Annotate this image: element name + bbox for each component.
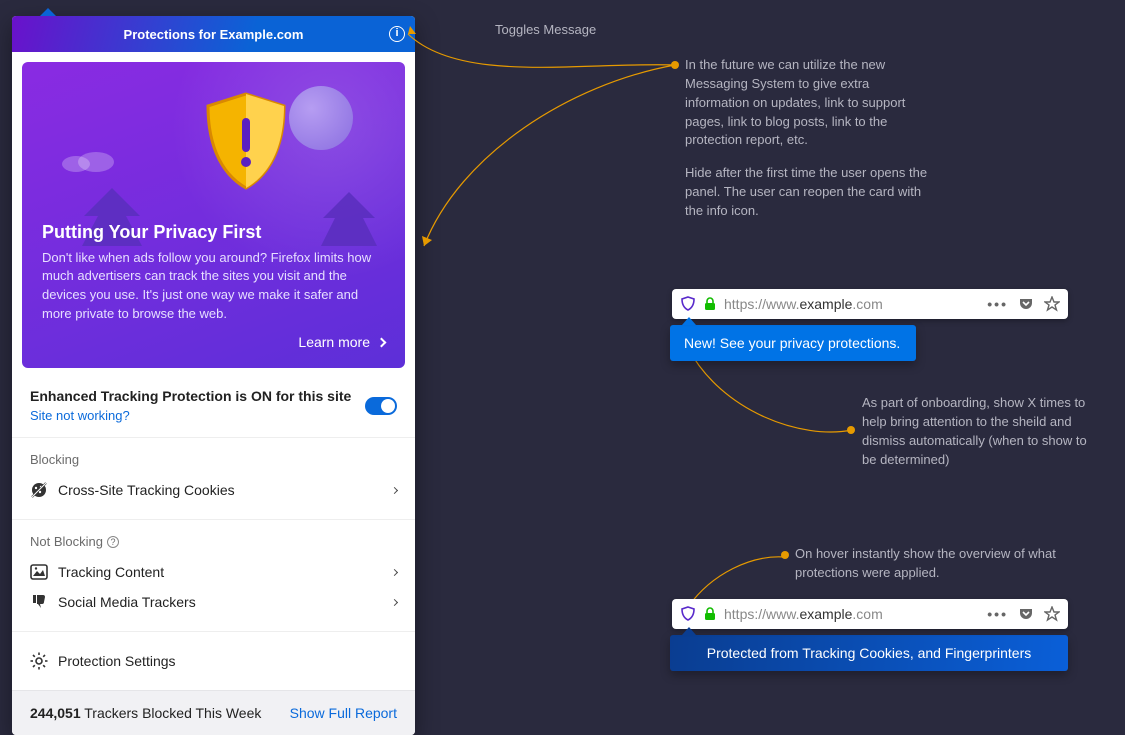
chevron-right-icon (377, 337, 387, 347)
site-not-working-link[interactable]: Site not working? (30, 408, 351, 423)
shield-icon[interactable] (680, 606, 696, 622)
shield-icon[interactable] (680, 296, 696, 312)
annotation-dot (671, 61, 679, 69)
etp-status-label: Enhanced Tracking Protection is ON for t… (30, 388, 351, 404)
etp-toggle[interactable] (365, 397, 397, 415)
annotation-text: Hide after the first time the user opens… (685, 164, 929, 221)
help-icon[interactable]: ? (107, 536, 119, 548)
url-domain: example (799, 606, 852, 622)
settings-label: Protection Settings (58, 653, 176, 669)
star-icon[interactable] (1044, 296, 1060, 312)
show-full-report-link[interactable]: Show Full Report (290, 705, 397, 721)
lock-icon (704, 607, 716, 621)
annotation-onboarding: As part of onboarding, show X times to h… (862, 394, 1098, 469)
learn-more-link[interactable]: Learn more (42, 334, 385, 350)
urlbar-preview-new: https://www.example.com ••• New! See you… (672, 289, 1068, 361)
callout-pointer (682, 317, 696, 325)
list-item-label: Social Media Trackers (58, 594, 196, 610)
callout-pointer (682, 627, 696, 635)
thumbs-down-icon (30, 593, 48, 611)
blocking-heading: Blocking (30, 452, 397, 467)
hero-card: Putting Your Privacy First Don't like wh… (22, 62, 405, 368)
lock-icon (704, 297, 716, 311)
url-suffix: .com (852, 606, 882, 622)
annotation-toggle-title: Toggles Message (495, 21, 695, 40)
connector-arrow (400, 24, 690, 254)
protection-settings-link[interactable]: Protection Settings (30, 646, 397, 676)
chevron-right-icon (391, 598, 398, 605)
cookie-blocked-icon (30, 481, 48, 499)
url-domain: example (799, 296, 852, 312)
page-actions-icon[interactable]: ••• (987, 606, 1008, 622)
panel-title: Protections for Example.com (124, 27, 304, 42)
blocking-item-cookies[interactable]: Cross-Site Tracking Cookies (30, 475, 397, 505)
urlbar-preview-hover: https://www.example.com ••• Protected fr… (672, 599, 1068, 671)
not-blocking-section: Not Blocking ? Tracking Content Social M… (12, 519, 415, 631)
moon-icon (289, 86, 353, 150)
pocket-icon[interactable] (1018, 606, 1034, 622)
blocking-section: Blocking Cross-Site Tracking Cookies (12, 437, 415, 519)
chevron-right-icon (391, 568, 398, 575)
info-icon[interactable]: i (389, 26, 405, 42)
list-item-label: Cross-Site Tracking Cookies (58, 482, 235, 498)
url-prefix: https://www. (724, 606, 799, 622)
gear-icon (30, 652, 48, 670)
annotation-text: In the future we can utilize the new Mes… (685, 56, 929, 150)
not-blocking-heading: Not Blocking (30, 534, 103, 549)
image-icon (30, 563, 48, 581)
trackers-count: 244,051 (30, 705, 81, 721)
hero-body: Don't like when ads follow you around? F… (42, 249, 385, 324)
url-prefix: https://www. (724, 296, 799, 312)
annotation-dot (781, 551, 789, 559)
learn-more-label: Learn more (298, 334, 370, 350)
hero-heading: Putting Your Privacy First (42, 222, 385, 243)
page-actions-icon[interactable]: ••• (987, 296, 1008, 312)
url-bar[interactable]: https://www.example.com ••• (672, 289, 1068, 319)
panel-header: Protections for Example.com i (12, 16, 415, 52)
url-suffix: .com (852, 296, 882, 312)
pocket-icon[interactable] (1018, 296, 1034, 312)
star-icon[interactable] (1044, 606, 1060, 622)
protections-panel: Protections for Example.com i Putting Yo… (12, 16, 415, 735)
trackers-tail: Trackers Blocked This Week (81, 705, 262, 721)
url-text: https://www.example.com (724, 606, 979, 622)
cloud-icon (58, 148, 118, 172)
chevron-right-icon (391, 486, 398, 493)
annotation-hover: On hover instantly show the overview of … (795, 545, 1085, 583)
shield-warning-icon (202, 92, 290, 192)
url-bar[interactable]: https://www.example.com ••• (672, 599, 1068, 629)
panel-footer: 244,051 Trackers Blocked This Week Show … (12, 690, 415, 735)
not-blocking-item-social[interactable]: Social Media Trackers (30, 587, 397, 617)
list-item-label: Tracking Content (58, 564, 164, 580)
settings-section: Protection Settings (12, 631, 415, 690)
annotation-dot (847, 426, 855, 434)
callout-new[interactable]: New! See your privacy protections. (670, 325, 916, 361)
etp-section: Enhanced Tracking Protection is ON for t… (12, 378, 415, 437)
annotation-messaging: In the future we can utilize the new Mes… (685, 56, 929, 221)
callout-protected: Protected from Tracking Cookies, and Fin… (670, 635, 1068, 671)
not-blocking-item-tracking-content[interactable]: Tracking Content (30, 557, 397, 587)
url-text: https://www.example.com (724, 296, 979, 312)
